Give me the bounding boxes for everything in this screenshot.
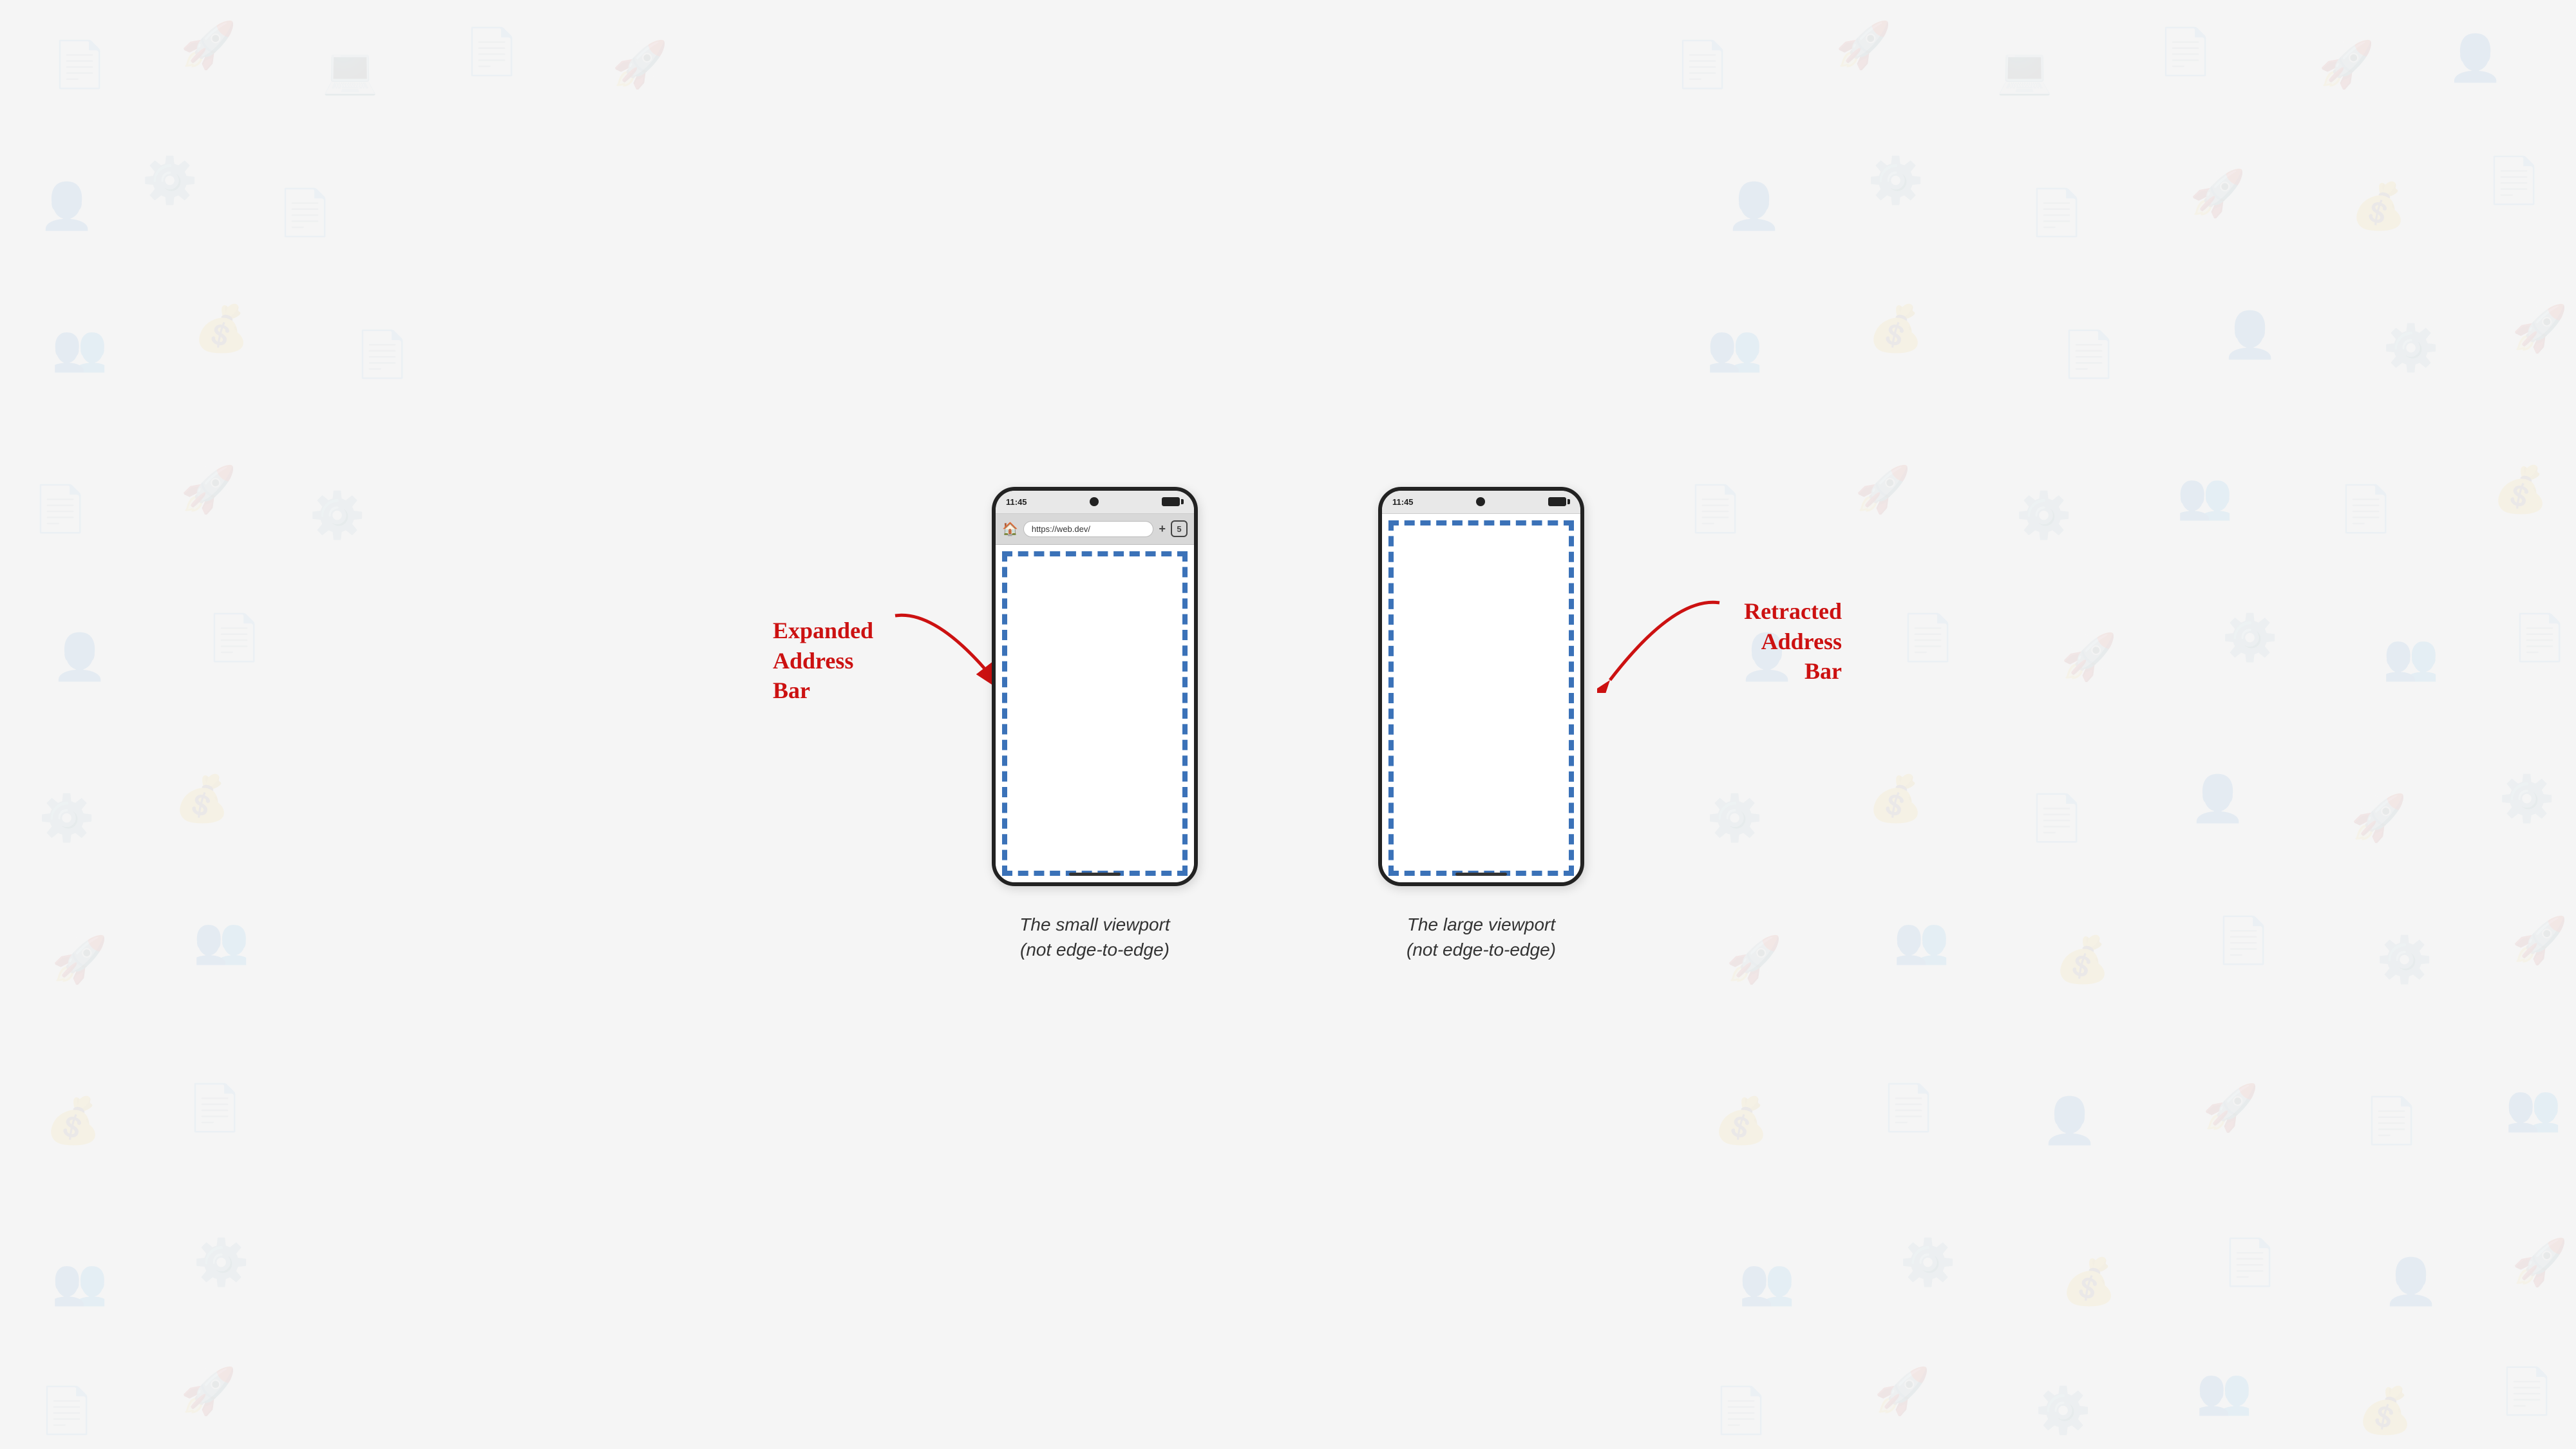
caption-left-text: The small viewport (not edge-to-edge) (1019, 912, 1170, 962)
url-text: https://web.dev/ (1032, 524, 1090, 534)
battery-tip-right (1567, 499, 1570, 504)
viewport-expanded (996, 545, 1194, 882)
status-time-right: 11:45 (1392, 497, 1414, 507)
retracted-arrow (1597, 590, 1726, 693)
camera-dot-left (1090, 497, 1099, 506)
phones-container: Expanded Address Bar (992, 487, 1584, 962)
main-content: Expanded Address Bar (0, 0, 2576, 1449)
camera-dot-right (1476, 497, 1485, 506)
battery-body-right (1548, 497, 1566, 506)
home-icon[interactable]: 🏠 (1002, 521, 1018, 537)
status-bar-right: 11:45 (1382, 491, 1580, 514)
url-field[interactable]: https://web.dev/ (1023, 521, 1154, 537)
battery-tip-left (1181, 499, 1184, 504)
caption-left: The small viewport (not edge-to-edge) (1019, 912, 1170, 962)
battery-left (1162, 497, 1184, 506)
right-phone-unit: Retracted Address Bar 11:45 (1378, 487, 1584, 962)
right-phone: 11:45 (1378, 487, 1584, 886)
battery-right (1548, 497, 1570, 506)
left-phone: 11:45 🏠 https://web.dev/ + 5 (992, 487, 1198, 886)
retracted-label: Retracted Address Bar (1744, 596, 1842, 687)
add-tab-button[interactable]: + (1159, 522, 1166, 536)
dashed-border-expanded (1002, 551, 1188, 876)
caption-right-text: The large viewport (not edge-to-edge) (1406, 912, 1556, 962)
left-phone-unit: Expanded Address Bar (992, 487, 1198, 962)
retracted-annotation: Retracted Address Bar (1744, 596, 1842, 687)
tab-count[interactable]: 5 (1171, 520, 1188, 537)
address-bar[interactable]: 🏠 https://web.dev/ + 5 (996, 514, 1194, 545)
status-time-left: 11:45 (1006, 497, 1027, 507)
expanded-annotation: Expanded Address Bar (773, 616, 873, 706)
viewport-retracted (1382, 514, 1580, 882)
status-bar-left: 11:45 (996, 491, 1194, 514)
dashed-border-retracted (1388, 520, 1574, 876)
home-indicator-left (1069, 873, 1121, 876)
home-indicator-right (1455, 873, 1507, 876)
expanded-label: Expanded Address Bar (773, 616, 873, 706)
battery-body-left (1162, 497, 1180, 506)
caption-right: The large viewport (not edge-to-edge) (1406, 912, 1556, 962)
